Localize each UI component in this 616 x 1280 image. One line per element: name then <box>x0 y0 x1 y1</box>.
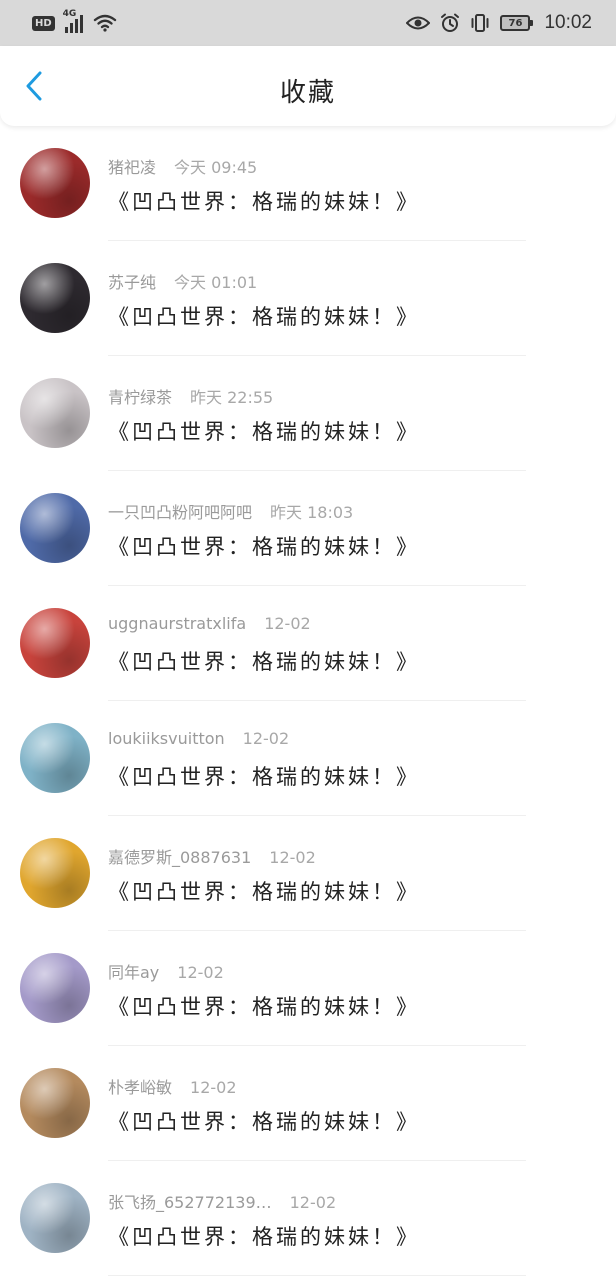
signal-bar-3 <box>74 19 78 33</box>
item-meta: 一只凹凸粉阿吧阿吧 昨天 18:03 <box>108 499 353 523</box>
status-bar: HD 4G 76 10:02 <box>0 0 616 46</box>
timestamp: 昨天 18:03 <box>270 503 354 522</box>
wifi-icon <box>93 14 116 32</box>
list-item[interactable]: 青柠绿茶 昨天 22:55 《凹凸世界：格瑞的妹妹！》 <box>0 356 616 471</box>
alarm-icon <box>441 13 460 32</box>
item-meta: 嘉德罗斯_0887631 12-02 <box>108 844 316 868</box>
item-title[interactable]: 《凹凸世界：格瑞的妹妹！》 <box>108 761 420 791</box>
signal-bar-4 <box>79 15 83 33</box>
item-meta: 猪祀凌 今天 09:45 <box>108 154 257 178</box>
item-meta: 张飞扬_652772139… 12-02 <box>108 1189 336 1213</box>
hd-badge: HD <box>32 15 55 31</box>
cellular-signal-icon: 4G <box>63 9 83 33</box>
timestamp: 今天 01:01 <box>174 273 258 292</box>
battery-icon: 76 <box>500 15 534 31</box>
timestamp: 12-02 <box>190 1078 237 1097</box>
item-meta: 同年ay 12-02 <box>108 959 224 983</box>
timestamp: 12-02 <box>264 614 311 633</box>
header-bar: 收藏 <box>0 46 616 126</box>
item-title[interactable]: 《凹凸世界：格瑞的妹妹！》 <box>108 1221 420 1251</box>
list-item[interactable]: 猪祀凌 今天 09:45 《凹凸世界：格瑞的妹妹！》 <box>0 126 616 241</box>
list-item[interactable]: 朴孝峪敏 12-02 《凹凸世界：格瑞的妹妹！》 <box>0 1046 616 1161</box>
username[interactable]: 嘉德罗斯_0887631 <box>108 848 251 867</box>
item-meta: loukiiksvuitton 12-02 <box>108 729 289 748</box>
avatar[interactable] <box>20 263 90 333</box>
timestamp: 12-02 <box>177 963 224 982</box>
timestamp: 昨天 22:55 <box>190 388 274 407</box>
item-meta: 苏子纯 今天 01:01 <box>108 269 257 293</box>
list-item[interactable]: 同年ay 12-02 《凹凸世界：格瑞的妹妹！》 <box>0 931 616 1046</box>
favorites-list: 猪祀凌 今天 09:45 《凹凸世界：格瑞的妹妹！》 苏子纯 今天 01:01 《凹凸世界… <box>0 126 616 1276</box>
item-title[interactable]: 《凹凸世界：格瑞的妹妹！》 <box>108 876 420 906</box>
username[interactable]: loukiiksvuitton <box>108 729 225 748</box>
avatar[interactable] <box>20 838 90 908</box>
username[interactable]: 猪祀凌 <box>108 158 156 177</box>
signal-bar-1 <box>64 27 68 33</box>
item-title[interactable]: 《凹凸世界：格瑞的妹妹！》 <box>108 186 420 216</box>
item-title[interactable]: 《凹凸世界：格瑞的妹妹！》 <box>108 646 420 676</box>
page-title: 收藏 <box>279 78 336 108</box>
avatar[interactable] <box>20 953 90 1023</box>
timestamp: 今天 09:45 <box>174 158 258 177</box>
list-item[interactable]: 一只凹凸粉阿吧阿吧 昨天 18:03 《凹凸世界：格瑞的妹妹！》 <box>0 471 616 586</box>
username[interactable]: uggnaurstratxlifa <box>108 614 246 633</box>
list-item[interactable]: uggnaurstratxlifa 12-02 《凹凸世界：格瑞的妹妹！》 <box>0 586 616 701</box>
battery-level: 76 <box>508 17 523 29</box>
item-title[interactable]: 《凹凸世界：格瑞的妹妹！》 <box>108 531 420 561</box>
timestamp: 12-02 <box>242 729 290 748</box>
item-title[interactable]: 《凹凸世界：格瑞的妹妹！》 <box>108 991 420 1021</box>
timestamp: 12-02 <box>289 1193 337 1212</box>
network-type-label: 4G <box>62 9 77 19</box>
username[interactable]: 苏子纯 <box>108 273 156 292</box>
item-meta: 青柠绿茶 昨天 22:55 <box>108 384 273 408</box>
username[interactable]: 张飞扬_652772139… <box>108 1193 272 1212</box>
list-item[interactable]: 张飞扬_652772139… 12-02 《凹凸世界：格瑞的妹妹！》 <box>0 1161 616 1276</box>
list-item[interactable]: 苏子纯 今天 01:01 《凹凸世界：格瑞的妹妹！》 <box>0 241 616 356</box>
item-title[interactable]: 《凹凸世界：格瑞的妹妹！》 <box>108 416 420 446</box>
vibrate-icon <box>471 14 489 32</box>
list-item[interactable]: 嘉德罗斯_0887631 12-02 《凹凸世界：格瑞的妹妹！》 <box>0 816 616 931</box>
avatar[interactable] <box>20 493 90 563</box>
eye-icon <box>406 16 431 30</box>
avatar[interactable] <box>20 148 90 218</box>
status-right: 76 10:02 <box>406 12 592 34</box>
status-time: 10:02 <box>544 12 592 33</box>
username[interactable]: 同年ay <box>108 963 159 982</box>
username[interactable]: 朴孝峪敏 <box>108 1078 172 1097</box>
signal-bar-2 <box>69 23 73 33</box>
list-item[interactable]: loukiiksvuitton 12-02 《凹凸世界：格瑞的妹妹！》 <box>0 701 616 816</box>
avatar[interactable] <box>20 378 90 448</box>
item-title[interactable]: 《凹凸世界：格瑞的妹妹！》 <box>108 301 420 331</box>
item-meta: uggnaurstratxlifa 12-02 <box>108 614 311 633</box>
timestamp: 12-02 <box>269 848 316 867</box>
avatar[interactable] <box>20 1183 90 1253</box>
item-meta: 朴孝峪敏 12-02 <box>108 1074 237 1098</box>
status-left: HD 4G <box>32 9 117 33</box>
avatar[interactable] <box>20 1068 90 1138</box>
username[interactable]: 青柠绿茶 <box>108 388 172 407</box>
username[interactable]: 一只凹凸粉阿吧阿吧 <box>108 503 252 522</box>
avatar[interactable] <box>20 608 90 678</box>
item-title[interactable]: 《凹凸世界：格瑞的妹妹！》 <box>108 1106 420 1136</box>
avatar[interactable] <box>20 723 90 793</box>
divider <box>108 1275 526 1276</box>
